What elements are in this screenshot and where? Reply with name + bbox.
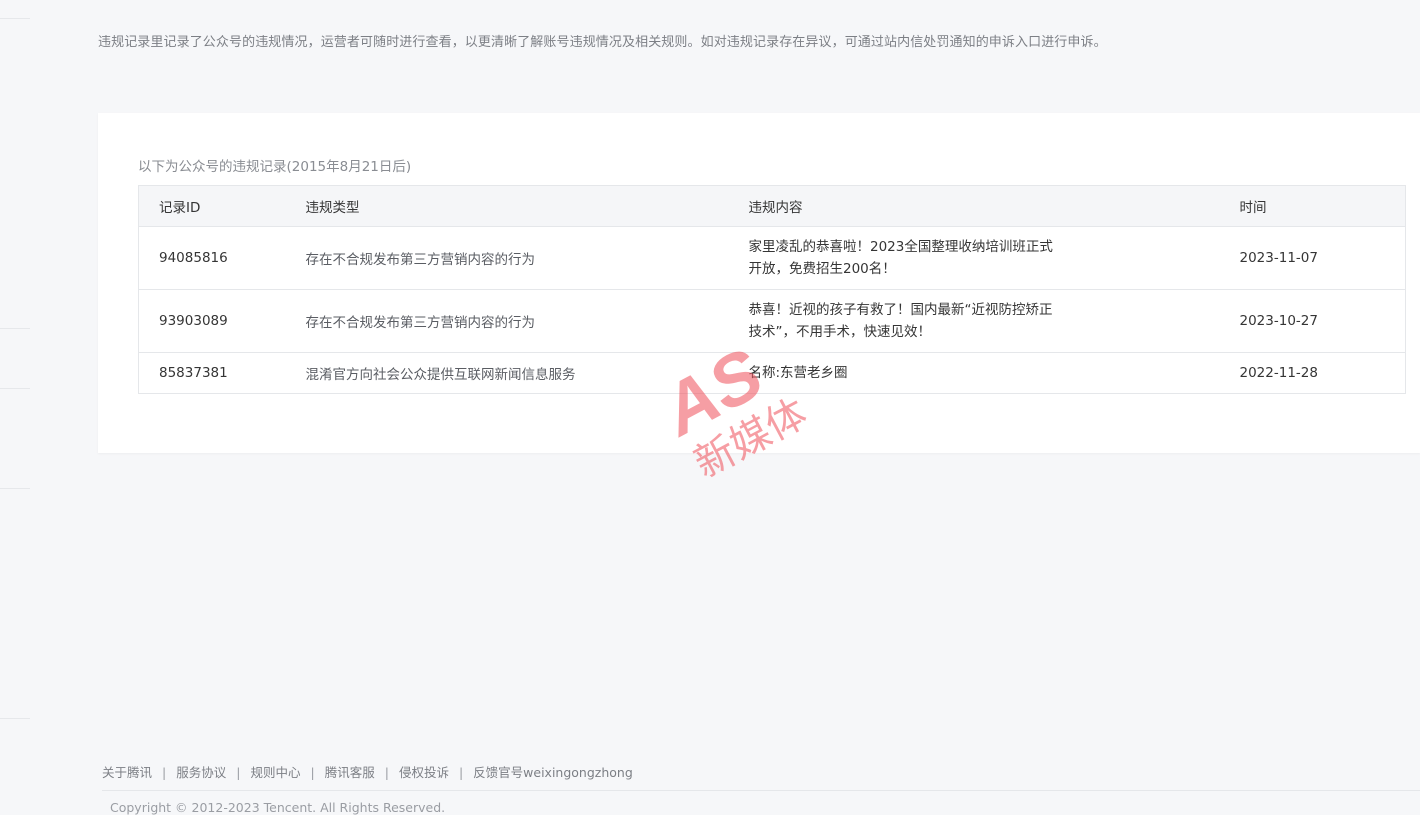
record-id: 94085816	[138, 226, 286, 290]
footer-link-customer-service[interactable]: 腾讯客服	[325, 765, 375, 780]
violation-intro-text: 违规记录里记录了公众号的违规情况，运营者可随时进行查看，以更清晰了解账号违规情况…	[98, 35, 1107, 50]
violation-records-table: 记录ID 违规类型 违规内容 时间 94085816 存在不合规发布第三方营销内…	[138, 185, 1406, 394]
column-header-id: 记录ID	[138, 185, 286, 227]
footer-separator: |	[458, 765, 464, 780]
footer-separator: |	[310, 765, 315, 780]
column-header-type: 违规类型	[285, 185, 729, 227]
footer-separator: |	[162, 765, 167, 780]
footer-link-rules-center[interactable]: 规则中心	[250, 765, 300, 780]
record-time: 2023-10-27	[1219, 289, 1406, 353]
violation-records-card: 以下为公众号的违规记录(2015年8月21日后) 记录ID 违规类型 违规内容 …	[98, 113, 1420, 453]
violation-content: 家里凌乱的恭喜啦！2023全国整理收纳培训班正式开放，免费招生200名！	[728, 226, 1220, 290]
violation-content-text: 家里凌乱的恭喜啦！2023全国整理收纳培训班正式开放，免费招生200名！	[748, 239, 1053, 277]
records-caption: 以下为公众号的违规记录(2015年8月21日后)	[138, 159, 412, 175]
rail-divider	[0, 718, 30, 719]
footer-link-service-agreement[interactable]: 服务协议	[176, 765, 226, 780]
record-id: 93903089	[138, 289, 286, 353]
rail-divider	[0, 388, 30, 389]
violation-content-text: 名称:东营老乡圈	[748, 365, 848, 381]
violation-content-text: 恭喜！近视的孩子有救了！国内最新“近视防控矫正技术”，不用手术，快速见效！	[748, 302, 1053, 340]
table-row: 94085816 存在不合规发布第三方营销内容的行为 家里凌乱的恭喜啦！2023…	[138, 226, 1406, 290]
violation-content: 名称:东营老乡圈	[728, 352, 1220, 394]
violation-type: 存在不合规发布第三方营销内容的行为	[285, 226, 729, 290]
table-row: 85837381 混淆官方向社会公众提供互联网新闻信息服务 名称:东营老乡圈 2…	[138, 352, 1406, 394]
footer-link-infringement-report[interactable]: 侵权投诉	[399, 765, 449, 780]
rail-divider	[0, 328, 30, 329]
footer-separator: |	[384, 765, 389, 780]
footer-divider	[102, 790, 1420, 791]
record-id: 85837381	[138, 352, 286, 394]
footer-links: 关于腾讯 | 服务协议 | 规则中心 | 腾讯客服 | 侵权投诉 | 反馈官号weixingongz…	[102, 762, 633, 781]
footer-link-about[interactable]: 关于腾讯	[102, 765, 152, 780]
violation-type: 混淆官方向社会公众提供互联网新闻信息服务	[285, 352, 729, 394]
copyright-text: Copyright © 2012-2023 Tencent. All Right…	[110, 800, 446, 815]
table-header-row: 记录ID 违规类型 违规内容 时间	[138, 185, 1406, 227]
rail-divider	[0, 18, 30, 19]
left-rail	[0, 0, 30, 810]
table-row: 93903089 存在不合规发布第三方营销内容的行为 恭喜！近视的孩子有救了！国…	[138, 289, 1406, 353]
footer-separator: |	[236, 765, 241, 780]
violation-content: 恭喜！近视的孩子有救了！国内最新“近视防控矫正技术”，不用手术，快速见效！	[728, 289, 1220, 353]
column-header-time: 时间	[1219, 185, 1406, 227]
column-header-content: 违规内容	[728, 185, 1220, 227]
record-time: 2023-11-07	[1219, 226, 1406, 290]
violation-type: 存在不合规发布第三方营销内容的行为	[285, 289, 729, 353]
rail-divider	[0, 488, 30, 489]
footer-link-feedback[interactable]: 反馈官号weixingongzhong	[473, 765, 633, 780]
record-time: 2022-11-28	[1219, 352, 1406, 394]
